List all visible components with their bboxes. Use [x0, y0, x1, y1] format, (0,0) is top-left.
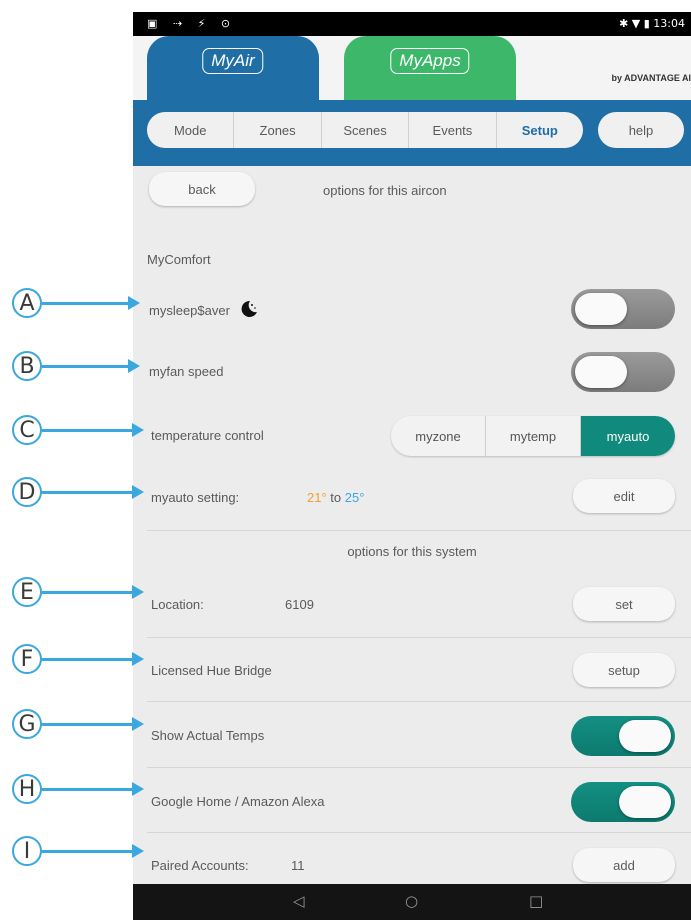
help-button[interactable]: help [598, 112, 684, 148]
arrowhead [132, 585, 144, 599]
tab-zones[interactable]: Zones [234, 112, 322, 148]
tab-mode[interactable]: Mode [147, 112, 235, 148]
myapps-logo: MyApps [390, 48, 470, 74]
option-myauto[interactable]: myauto [581, 416, 675, 456]
paired-accounts-label: Paired Accounts: [151, 858, 249, 873]
toggle-knob [575, 293, 627, 325]
callout-g: G [12, 709, 42, 739]
arrowhead [132, 844, 144, 858]
temperature-control-label: temperature control [151, 428, 264, 443]
brand-label: by ADVANTAGE AI [611, 73, 691, 83]
nav-back-icon[interactable]: ◁ [293, 892, 305, 910]
arrowhead [132, 423, 144, 437]
callout-b: B [12, 351, 42, 381]
arrowhead [132, 717, 144, 731]
nav-bar: Mode Zones Scenes Events Setup help [133, 100, 691, 166]
status-right: ✱ ▼ ▮ 13:04 [619, 17, 685, 30]
tab-myapps[interactable]: MyApps [344, 36, 516, 100]
divider [147, 767, 691, 768]
divider [147, 832, 691, 833]
location-value: 6109 [285, 597, 314, 612]
mysleep-label-text: mysleep$aver [149, 303, 230, 318]
mysleep-label: mysleep$aver [149, 300, 258, 321]
callout-arrow [42, 591, 134, 594]
arrowhead [128, 296, 140, 310]
status-bar: ▣ ⇢ ⚡ ⊙ ✱ ▼ ▮ 13:04 [133, 12, 691, 36]
divider [147, 637, 691, 638]
callout-d: D [12, 477, 42, 507]
mycomfort-heading: MyComfort [147, 252, 211, 267]
tab-events[interactable]: Events [409, 112, 497, 148]
myfan-label: myfan speed [149, 364, 224, 379]
moon-icon [240, 300, 258, 321]
callout-f: F [12, 644, 42, 674]
divider [147, 701, 691, 702]
arrowhead [128, 359, 140, 373]
callout-arrow [42, 365, 130, 368]
callout-a: A [12, 288, 42, 318]
tab-setup[interactable]: Setup [497, 112, 583, 148]
aircon-options-title: options for this aircon [323, 183, 447, 198]
callout-arrow [42, 723, 134, 726]
callout-e: E [12, 577, 42, 607]
paired-accounts-value: 11 [291, 858, 305, 873]
add-account-button[interactable]: add [573, 848, 675, 882]
myair-logo: MyAir [202, 48, 264, 74]
toggle-knob [575, 356, 627, 388]
arrowhead [132, 485, 144, 499]
mysleep-toggle[interactable] [571, 289, 675, 329]
callout-arrow [42, 658, 134, 661]
myauto-high-temp: 25° [344, 490, 365, 505]
callout-c: C [12, 415, 42, 445]
toggle-knob [619, 720, 671, 752]
back-button[interactable]: back [149, 172, 255, 206]
nav-recent-icon[interactable]: □ [529, 892, 543, 910]
set-location-button[interactable]: set [573, 587, 675, 621]
arrowhead [132, 782, 144, 796]
myfan-toggle[interactable] [571, 352, 675, 392]
toggle-knob [619, 786, 671, 818]
hue-setup-button[interactable]: setup [573, 653, 675, 687]
temperature-control-selector: myzone mytemp myauto [391, 416, 675, 456]
android-nav-bar: ◁ ○ □ [133, 884, 691, 920]
tab-myair[interactable]: MyAir [147, 36, 319, 100]
myauto-setting-label: myauto setting: [151, 490, 240, 505]
callout-arrow [42, 850, 134, 853]
show-actual-temps-label: Show Actual Temps [151, 728, 265, 743]
myauto-to: to [330, 490, 342, 505]
option-myzone[interactable]: myzone [391, 416, 486, 456]
hue-bridge-label: Licensed Hue Bridge [151, 663, 272, 678]
app-header: MyAir MyApps by ADVANTAGE AI [133, 36, 691, 100]
callout-i: I [12, 836, 42, 866]
nav-home-icon[interactable]: ○ [405, 892, 418, 910]
callout-arrow [42, 302, 130, 305]
google-home-alexa-toggle[interactable] [571, 782, 675, 822]
edit-button[interactable]: edit [573, 479, 675, 513]
google-home-alexa-label: Google Home / Amazon Alexa [151, 794, 325, 809]
option-mytemp[interactable]: mytemp [486, 416, 581, 456]
show-actual-temps-toggle[interactable] [571, 716, 675, 756]
tab-scenes[interactable]: Scenes [322, 112, 410, 148]
arrowhead [132, 652, 144, 666]
callout-arrow [42, 491, 134, 494]
device-screen: ▣ ⇢ ⚡ ⊙ ✱ ▼ ▮ 13:04 MyAir MyApps by ADVA… [133, 12, 691, 920]
location-label: Location: [151, 597, 204, 612]
callout-arrow [42, 788, 134, 791]
callout-arrow [42, 429, 134, 432]
system-options-title: options for this system [347, 544, 477, 559]
divider [147, 530, 691, 531]
nav-segments: Mode Zones Scenes Events Setup [147, 112, 583, 148]
status-left-icons: ▣ ⇢ ⚡ ⊙ [147, 17, 237, 30]
myauto-range: 21° to 25° [307, 490, 364, 505]
myauto-low-temp: 21° [307, 490, 327, 505]
callout-h: H [12, 774, 42, 804]
